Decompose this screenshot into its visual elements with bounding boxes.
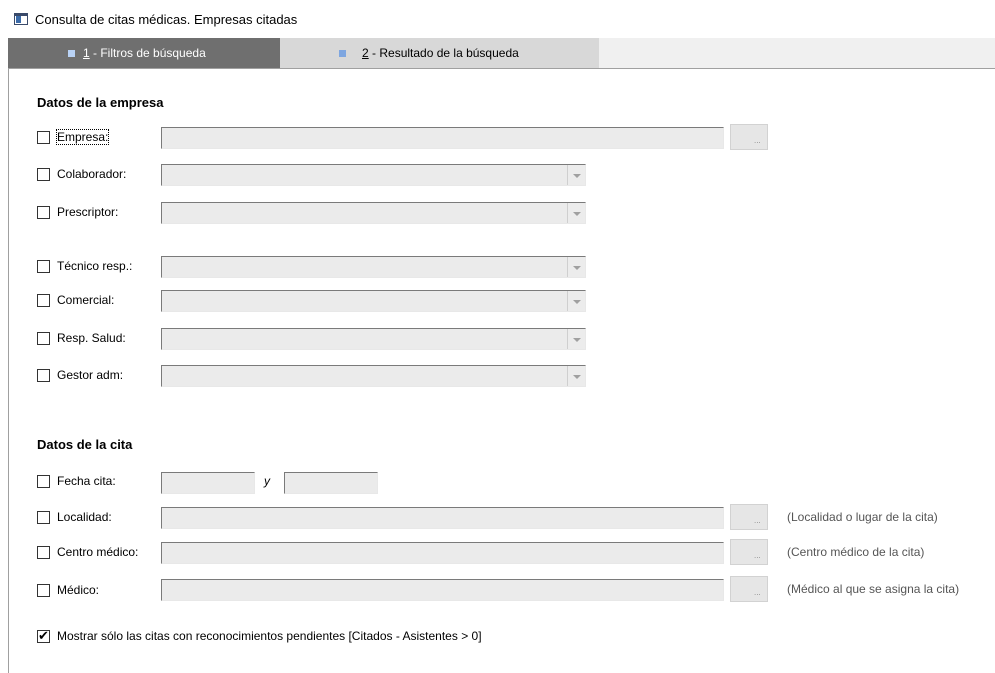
fecha-separator: y — [264, 474, 270, 488]
medico-hint: (Médico al que se asigna la cita) — [787, 582, 960, 596]
tab-label: 1 - Filtros de búsqueda — [83, 46, 206, 60]
tab-bullet-icon — [339, 50, 346, 57]
resp-salud-select[interactable] — [161, 328, 586, 350]
section-title-cita: Datos de la cita — [37, 437, 133, 452]
tab-label: 2 - Resultado de la búsqueda — [362, 46, 519, 60]
checkbox-tecnico-resp[interactable] — [37, 260, 50, 273]
chevron-down-icon[interactable] — [567, 291, 585, 311]
checkbox-centro-medico[interactable] — [37, 546, 50, 559]
fecha-desde-field[interactable] — [161, 472, 255, 494]
chevron-down-icon[interactable] — [567, 165, 585, 185]
checkbox-fecha-cita[interactable] — [37, 475, 50, 488]
colaborador-select[interactable] — [161, 164, 586, 186]
localidad-browse-button[interactable]: ... — [730, 504, 768, 530]
checkbox-resp-salud[interactable] — [37, 332, 50, 345]
checkbox-empresa[interactable] — [37, 131, 50, 144]
label-colaborador: Colaborador: — [57, 167, 127, 181]
chevron-down-icon[interactable] — [567, 203, 585, 223]
label-comercial: Comercial: — [57, 293, 115, 307]
localidad-field[interactable] — [161, 507, 724, 529]
label-fecha-cita: Fecha cita: — [57, 474, 116, 488]
label-prescriptor: Prescriptor: — [57, 205, 119, 219]
label-medico: Médico: — [57, 583, 100, 597]
checkbox-medico[interactable] — [37, 584, 50, 597]
checkbox-localidad[interactable] — [37, 511, 50, 524]
label-localidad: Localidad: — [57, 510, 112, 524]
chevron-down-icon[interactable] — [567, 366, 585, 386]
fecha-hasta-field[interactable] — [284, 472, 378, 494]
label-gestor-adm: Gestor adm: — [57, 368, 124, 382]
prescriptor-select[interactable] — [161, 202, 586, 224]
centro-medico-hint: (Centro médico de la cita) — [787, 545, 925, 559]
chevron-down-icon[interactable] — [567, 329, 585, 349]
section-title-empresa: Datos de la empresa — [37, 95, 164, 110]
comercial-select[interactable] — [161, 290, 586, 312]
chevron-down-icon[interactable] — [567, 257, 585, 277]
gestor-adm-select[interactable] — [161, 365, 586, 387]
label-resp-salud: Resp. Salud: — [57, 331, 126, 345]
checkbox-mostrar-pendientes[interactable] — [37, 628, 50, 644]
empresa-browse-button[interactable]: ... — [730, 124, 768, 150]
tab-resultado-busqueda[interactable]: 2 - Resultado de la búsqueda — [280, 38, 599, 68]
label-mostrar-pendientes: Mostrar sólo las citas con reconocimient… — [57, 629, 482, 643]
tab-bullet-icon — [68, 50, 75, 57]
label-empresa: Empresa: — [55, 129, 110, 145]
localidad-hint: (Localidad o lugar de la cita) — [787, 510, 938, 524]
medico-field[interactable] — [161, 579, 724, 601]
tecnico-resp-select[interactable] — [161, 256, 586, 278]
checkbox-comercial[interactable] — [37, 294, 50, 307]
checkbox-gestor-adm[interactable] — [37, 369, 50, 382]
label-centro-medico: Centro médico: — [57, 545, 139, 559]
tab-filtros-busqueda[interactable]: 1 - Filtros de búsqueda — [8, 38, 280, 68]
title-bar: Consulta de citas médicas. Empresas cita… — [0, 0, 995, 38]
centro-medico-field[interactable] — [161, 542, 724, 564]
empresa-field[interactable] — [161, 127, 724, 149]
checkbox-colaborador[interactable] — [37, 168, 50, 181]
medico-browse-button[interactable]: ... — [730, 576, 768, 602]
centro-medico-browse-button[interactable]: ... — [730, 539, 768, 565]
label-tecnico-resp: Técnico resp.: — [57, 259, 133, 273]
app-window-icon — [14, 13, 28, 25]
window-title: Consulta de citas médicas. Empresas cita… — [35, 12, 298, 27]
checkbox-prescriptor[interactable] — [37, 206, 50, 219]
tab-strip-background — [599, 38, 995, 68]
